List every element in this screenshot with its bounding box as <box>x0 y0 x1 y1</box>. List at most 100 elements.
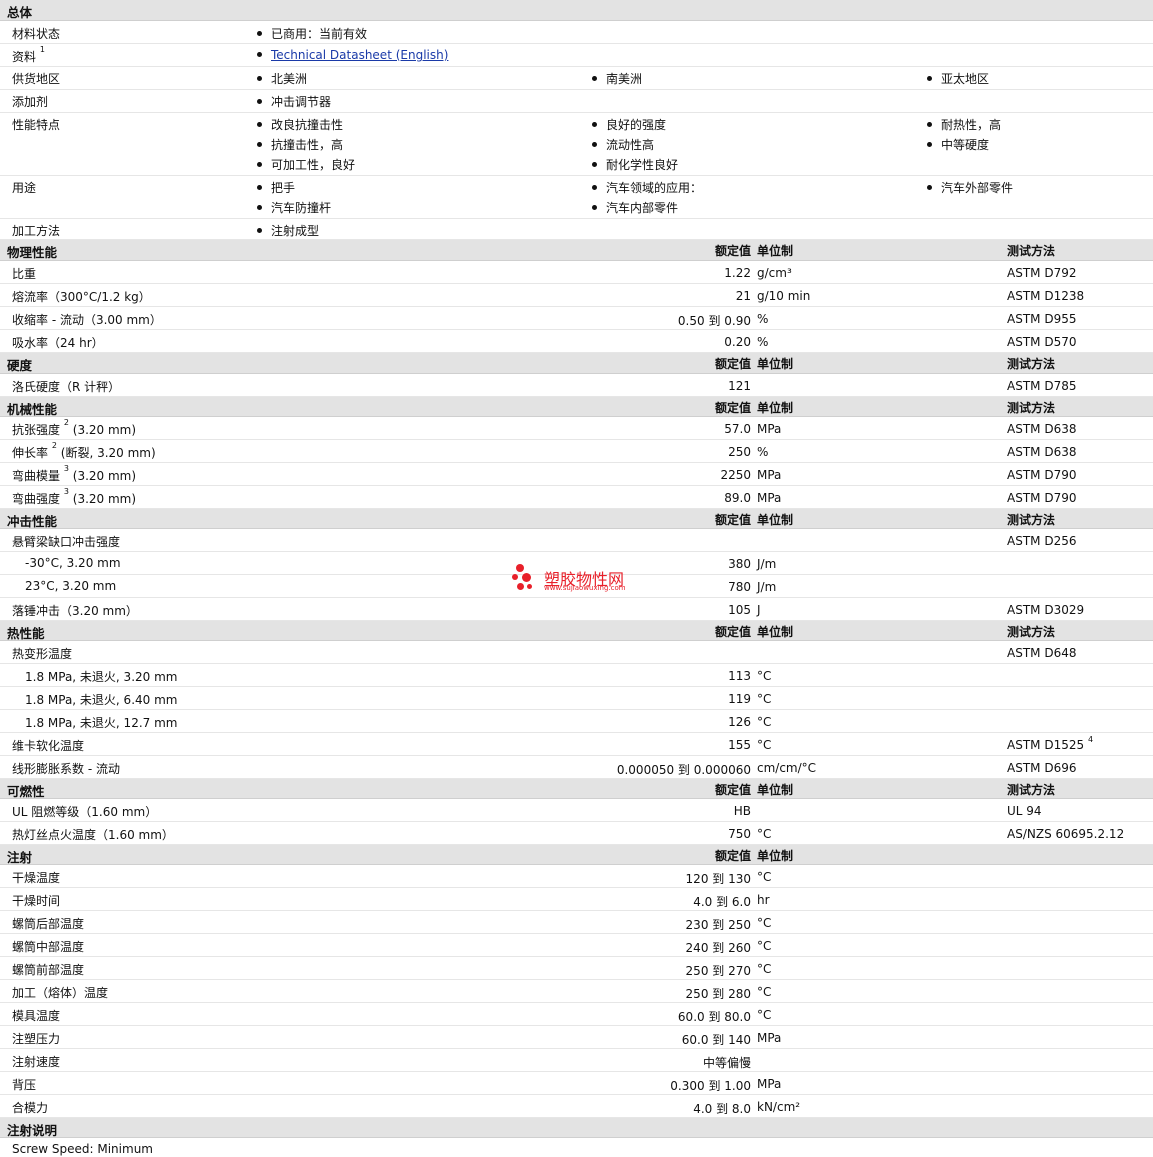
property-label: 线形膨胀系数 - 流动 <box>12 762 120 776</box>
bullet-icon <box>927 76 932 81</box>
header-value: 额定值 <box>714 625 751 639</box>
property-value: 155 <box>728 738 751 752</box>
property-value: 105 <box>728 603 751 617</box>
injection-notes-row: Screw Speed: Minimum <box>0 1138 1153 1157</box>
property-value: 1.22 <box>724 266 751 280</box>
bullet-item: 良好的强度 <box>592 116 666 133</box>
bullet-icon <box>592 205 597 210</box>
bullet-icon <box>592 142 597 147</box>
property-value: 21 <box>735 289 751 303</box>
property-label: 1.8 MPa, 未退火, 12.7 mm <box>25 716 178 730</box>
property-row: 螺筒前部温度 250 到 270 °C <box>0 957 1153 980</box>
property-unit: hr <box>757 893 770 907</box>
property-row: 1.8 MPa, 未退火, 3.20 mm 113 °C <box>0 664 1153 687</box>
property-row: UL 阻燃等级（1.60 mm） HB UL 94 <box>0 799 1153 822</box>
bullet-icon <box>257 31 262 36</box>
property-test-method: ASTM D1525 4 <box>1007 735 1094 752</box>
property-label: 热灯丝点火温度（1.60 mm） <box>12 828 174 842</box>
property-label: 23°C, 3.20 mm <box>25 579 117 593</box>
row-label: 性能特点 <box>12 118 61 132</box>
row-label: 材料状态 <box>12 27 61 41</box>
property-test-method: ASTM D3029 <box>1007 603 1085 617</box>
property-label: 模具温度 <box>12 1009 61 1023</box>
row-label: 添加剂 <box>12 95 49 109</box>
header-unit: 单位制 <box>757 244 794 258</box>
property-value: 780 <box>728 580 751 594</box>
logo-dot-icon <box>522 573 531 582</box>
header-method: 测试方法 <box>1007 625 1056 639</box>
property-label: 合模力 <box>12 1101 49 1115</box>
property-row: 注塑压力 60.0 到 140 MPa <box>0 1026 1153 1049</box>
property-label: 1.8 MPa, 未退火, 3.20 mm <box>25 670 178 684</box>
property-label: 干燥温度 <box>12 871 61 885</box>
bullet-item: 冲击调节器 <box>257 93 331 110</box>
property-unit: °C <box>757 870 772 884</box>
property-unit: °C <box>757 827 772 841</box>
property-unit: MPa <box>757 491 782 505</box>
bullet-item: 汽车内部零件 <box>592 199 678 216</box>
property-test-method: ASTM D792 <box>1007 266 1077 280</box>
property-row: 维卡软化温度 155 °C ASTM D1525 4 <box>0 733 1153 756</box>
property-row: 伸长率 2 (断裂, 3.20 mm) 250% ASTM D638 <box>0 440 1153 463</box>
property-value: 120 到 130 <box>685 872 751 886</box>
property-unit: °C <box>757 939 772 953</box>
header-value: 额定值 <box>714 849 751 863</box>
property-value: 2250 <box>720 468 751 482</box>
property-unit: °C <box>757 692 772 706</box>
property-value: 750 <box>728 827 751 841</box>
property-row: 干燥温度 120 到 130 °C <box>0 865 1153 888</box>
property-unit: MPa <box>757 1031 782 1045</box>
section-impact-header: 冲击性能 额定值 单位制 测试方法 <box>0 509 1153 529</box>
bullet-item: 南美洲 <box>592 70 642 87</box>
property-value: 0.300 到 1.00 <box>670 1079 751 1093</box>
property-unit: MPa <box>757 1077 782 1091</box>
section-injection-header: 注射 额定值 单位制 <box>0 845 1153 865</box>
section-title: 物理性能 <box>7 245 58 260</box>
header-value: 额定值 <box>714 401 751 415</box>
bullet-item: 汽车领域的应用： <box>592 179 702 196</box>
property-test-method: UL 94 <box>1007 804 1042 818</box>
property-test-method: ASTM D790 <box>1007 468 1077 482</box>
property-unit: °C <box>757 1008 772 1022</box>
property-label: 维卡软化温度 <box>12 739 85 753</box>
bullet-item: 抗撞击性，高 <box>257 136 343 153</box>
header-method: 测试方法 <box>1007 401 1056 415</box>
property-unit: °C <box>757 916 772 930</box>
property-value: 126 <box>728 715 751 729</box>
property-label: 熔流率（300°C/1.2 kg） <box>12 290 151 304</box>
property-unit: MPa <box>757 422 782 436</box>
property-row: 加工（熔体）温度 250 到 280 °C <box>0 980 1153 1003</box>
section-hardness-header: 硬度 额定值 单位制 测试方法 <box>0 353 1153 374</box>
property-row: 收缩率 - 流动（3.00 mm） 0.50 到 0.90% ASTM D955 <box>0 307 1153 330</box>
bullet-item: 中等硬度 <box>927 136 989 153</box>
property-row: 悬臂梁缺口冲击强度 ASTM D256 <box>0 529 1153 552</box>
header-value: 额定值 <box>714 357 751 371</box>
header-unit: 单位制 <box>757 513 794 527</box>
bullet-item: 注射成型 <box>257 222 319 239</box>
watermark-logo: 塑胶物性网 www.sujiaowuxing.com <box>512 560 652 596</box>
header-unit: 单位制 <box>757 625 794 639</box>
property-value: 0.000050 到 0.000060 <box>616 763 751 777</box>
row-features: 性能特点 改良抗撞击性 良好的强度 耐热性，高 抗撞击性，高 流动性高 中等硬度… <box>0 113 1153 176</box>
technical-datasheet-link[interactable]: Technical Datasheet (English) <box>271 48 448 62</box>
property-label: 热变形温度 <box>12 647 73 661</box>
property-test-method: ASTM D1238 <box>1007 289 1085 303</box>
property-label: 注塑压力 <box>12 1032 61 1046</box>
property-row: 螺筒后部温度 230 到 250 °C <box>0 911 1153 934</box>
bullet-item: 耐热性，高 <box>927 116 1001 133</box>
property-row: 模具温度 60.0 到 80.0 °C <box>0 1003 1153 1026</box>
bullet-item: 流动性高 <box>592 136 654 153</box>
bullet-icon <box>257 52 262 57</box>
row-process: 加工方法 注射成型 <box>0 219 1153 240</box>
section-title: 注射 <box>7 850 33 865</box>
property-unit: °C <box>757 985 772 999</box>
property-test-method: ASTM D696 <box>1007 761 1077 775</box>
property-value: 中等偏慢 <box>702 1056 751 1070</box>
property-label: 弯曲模量 3 (3.20 mm) <box>12 464 137 483</box>
property-row: 螺筒中部温度 240 到 260 °C <box>0 934 1153 957</box>
property-row: 洛氏硬度（R 计秤） 121 ASTM D785 <box>0 374 1153 397</box>
property-test-method: AS/NZS 60695.2.12 <box>1007 827 1125 841</box>
property-unit: J/m <box>757 557 777 571</box>
property-row: 背压 0.300 到 1.00 MPa <box>0 1072 1153 1095</box>
property-row: 1.8 MPa, 未退火, 6.40 mm 119 °C <box>0 687 1153 710</box>
